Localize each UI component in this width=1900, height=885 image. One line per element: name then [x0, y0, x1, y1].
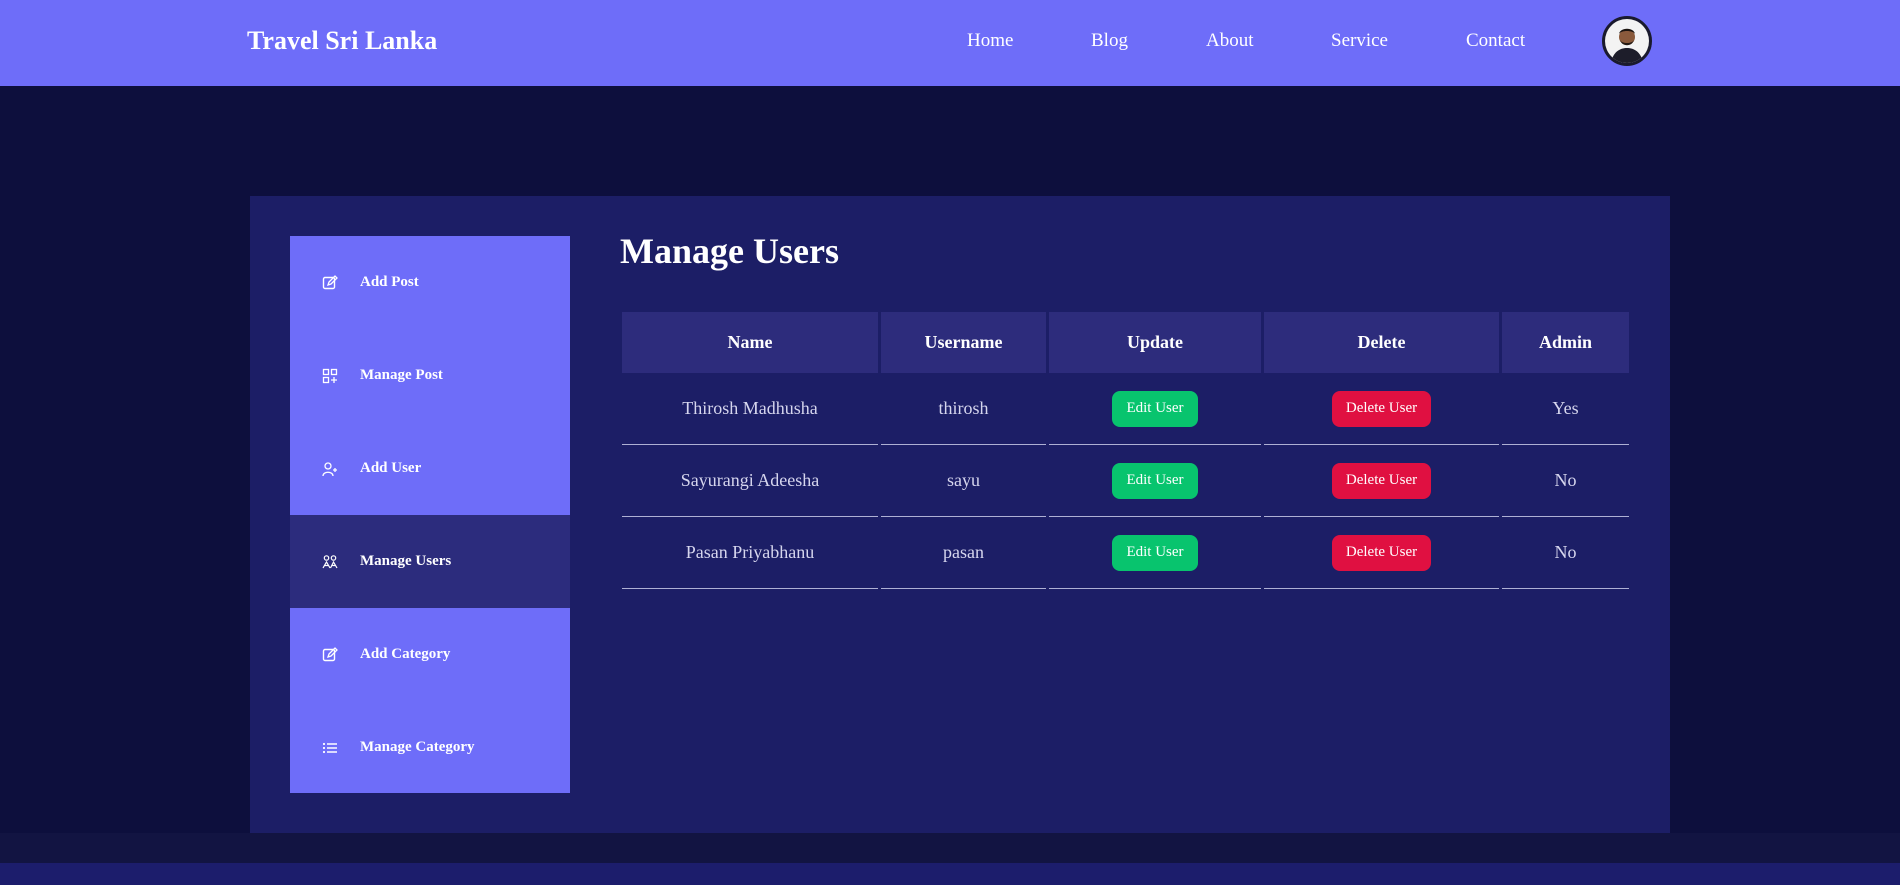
sidebar-item-manage-users[interactable]: Manage Users	[290, 515, 570, 608]
column-header-admin: Admin	[1502, 312, 1629, 373]
cell-username: pasan	[881, 517, 1046, 589]
sidebar-item-label: Add User	[360, 460, 422, 476]
table-row: Sayurangi Adeesha sayu Edit User Delete …	[622, 445, 1629, 517]
cell-delete: Delete User	[1264, 517, 1499, 589]
user-avatar-icon	[1605, 19, 1649, 63]
edit-user-button[interactable]: Edit User	[1112, 534, 1198, 571]
nav-contact[interactable]: Contact	[1466, 30, 1525, 52]
cell-admin: No	[1502, 517, 1629, 589]
cell-admin: No	[1502, 445, 1629, 517]
sidebar-item-label: Manage Category	[360, 739, 475, 755]
cell-update: Edit User	[1049, 517, 1261, 589]
table-row: Pasan Priyabhanu pasan Edit User Delete …	[622, 517, 1629, 589]
nav-home[interactable]: Home	[967, 30, 1013, 52]
sidebar-item-manage-category[interactable]: Manage Category	[290, 701, 570, 794]
page-title: Manage Users	[620, 231, 839, 271]
cell-update: Edit User	[1049, 373, 1261, 445]
edit-user-button[interactable]: Edit User	[1112, 462, 1198, 499]
cell-delete: Delete User	[1264, 373, 1499, 445]
edit-user-button[interactable]: Edit User	[1112, 390, 1198, 427]
cell-delete: Delete User	[1264, 445, 1499, 517]
column-header-name: Name	[622, 312, 878, 373]
admin-sidebar: Add Post Manage Post Add User Manage Use…	[290, 236, 570, 793]
sidebar-item-label: Manage Users	[360, 553, 452, 569]
cell-name: Thirosh Madhusha	[622, 373, 878, 445]
grid-plus-icon	[322, 368, 338, 384]
users-icon	[322, 554, 338, 570]
cell-name: Sayurangi Adeesha	[622, 445, 878, 517]
sidebar-item-label: Add Post	[360, 274, 419, 290]
table-row: Thirosh Madhusha thirosh Edit User Delet…	[622, 373, 1629, 445]
sidebar-item-add-user[interactable]: Add User	[290, 422, 570, 515]
column-header-username: Username	[881, 312, 1046, 373]
delete-user-button[interactable]: Delete User	[1331, 462, 1432, 499]
cell-username: thirosh	[881, 373, 1046, 445]
edit-icon	[322, 646, 338, 663]
edit-icon	[322, 274, 338, 291]
avatar[interactable]	[1602, 16, 1652, 66]
delete-user-button[interactable]: Delete User	[1331, 534, 1432, 571]
nav-about[interactable]: About	[1206, 30, 1254, 52]
delete-user-button[interactable]: Delete User	[1331, 390, 1432, 427]
cell-username: sayu	[881, 445, 1046, 517]
nav-service[interactable]: Service	[1331, 30, 1388, 52]
users-table: Name Username Update Delete Admin Thiros…	[622, 312, 1629, 589]
footer-strip	[0, 833, 1900, 863]
sidebar-item-label: Add Category	[360, 646, 451, 662]
column-header-delete: Delete	[1264, 312, 1499, 373]
cell-name: Pasan Priyabhanu	[622, 517, 878, 589]
sidebar-item-add-category[interactable]: Add Category	[290, 608, 570, 701]
table-header-row: Name Username Update Delete Admin	[622, 312, 1629, 373]
footer	[0, 863, 1900, 885]
top-navbar: Travel Sri Lanka Home Blog About Service…	[0, 0, 1900, 86]
cell-admin: Yes	[1502, 373, 1629, 445]
list-icon	[322, 740, 338, 756]
sidebar-item-manage-post[interactable]: Manage Post	[290, 329, 570, 422]
column-header-update: Update	[1049, 312, 1261, 373]
user-plus-icon	[322, 461, 338, 477]
nav-blog[interactable]: Blog	[1091, 30, 1128, 52]
sidebar-item-add-post[interactable]: Add Post	[290, 236, 570, 329]
cell-update: Edit User	[1049, 445, 1261, 517]
sidebar-item-label: Manage Post	[360, 367, 443, 383]
